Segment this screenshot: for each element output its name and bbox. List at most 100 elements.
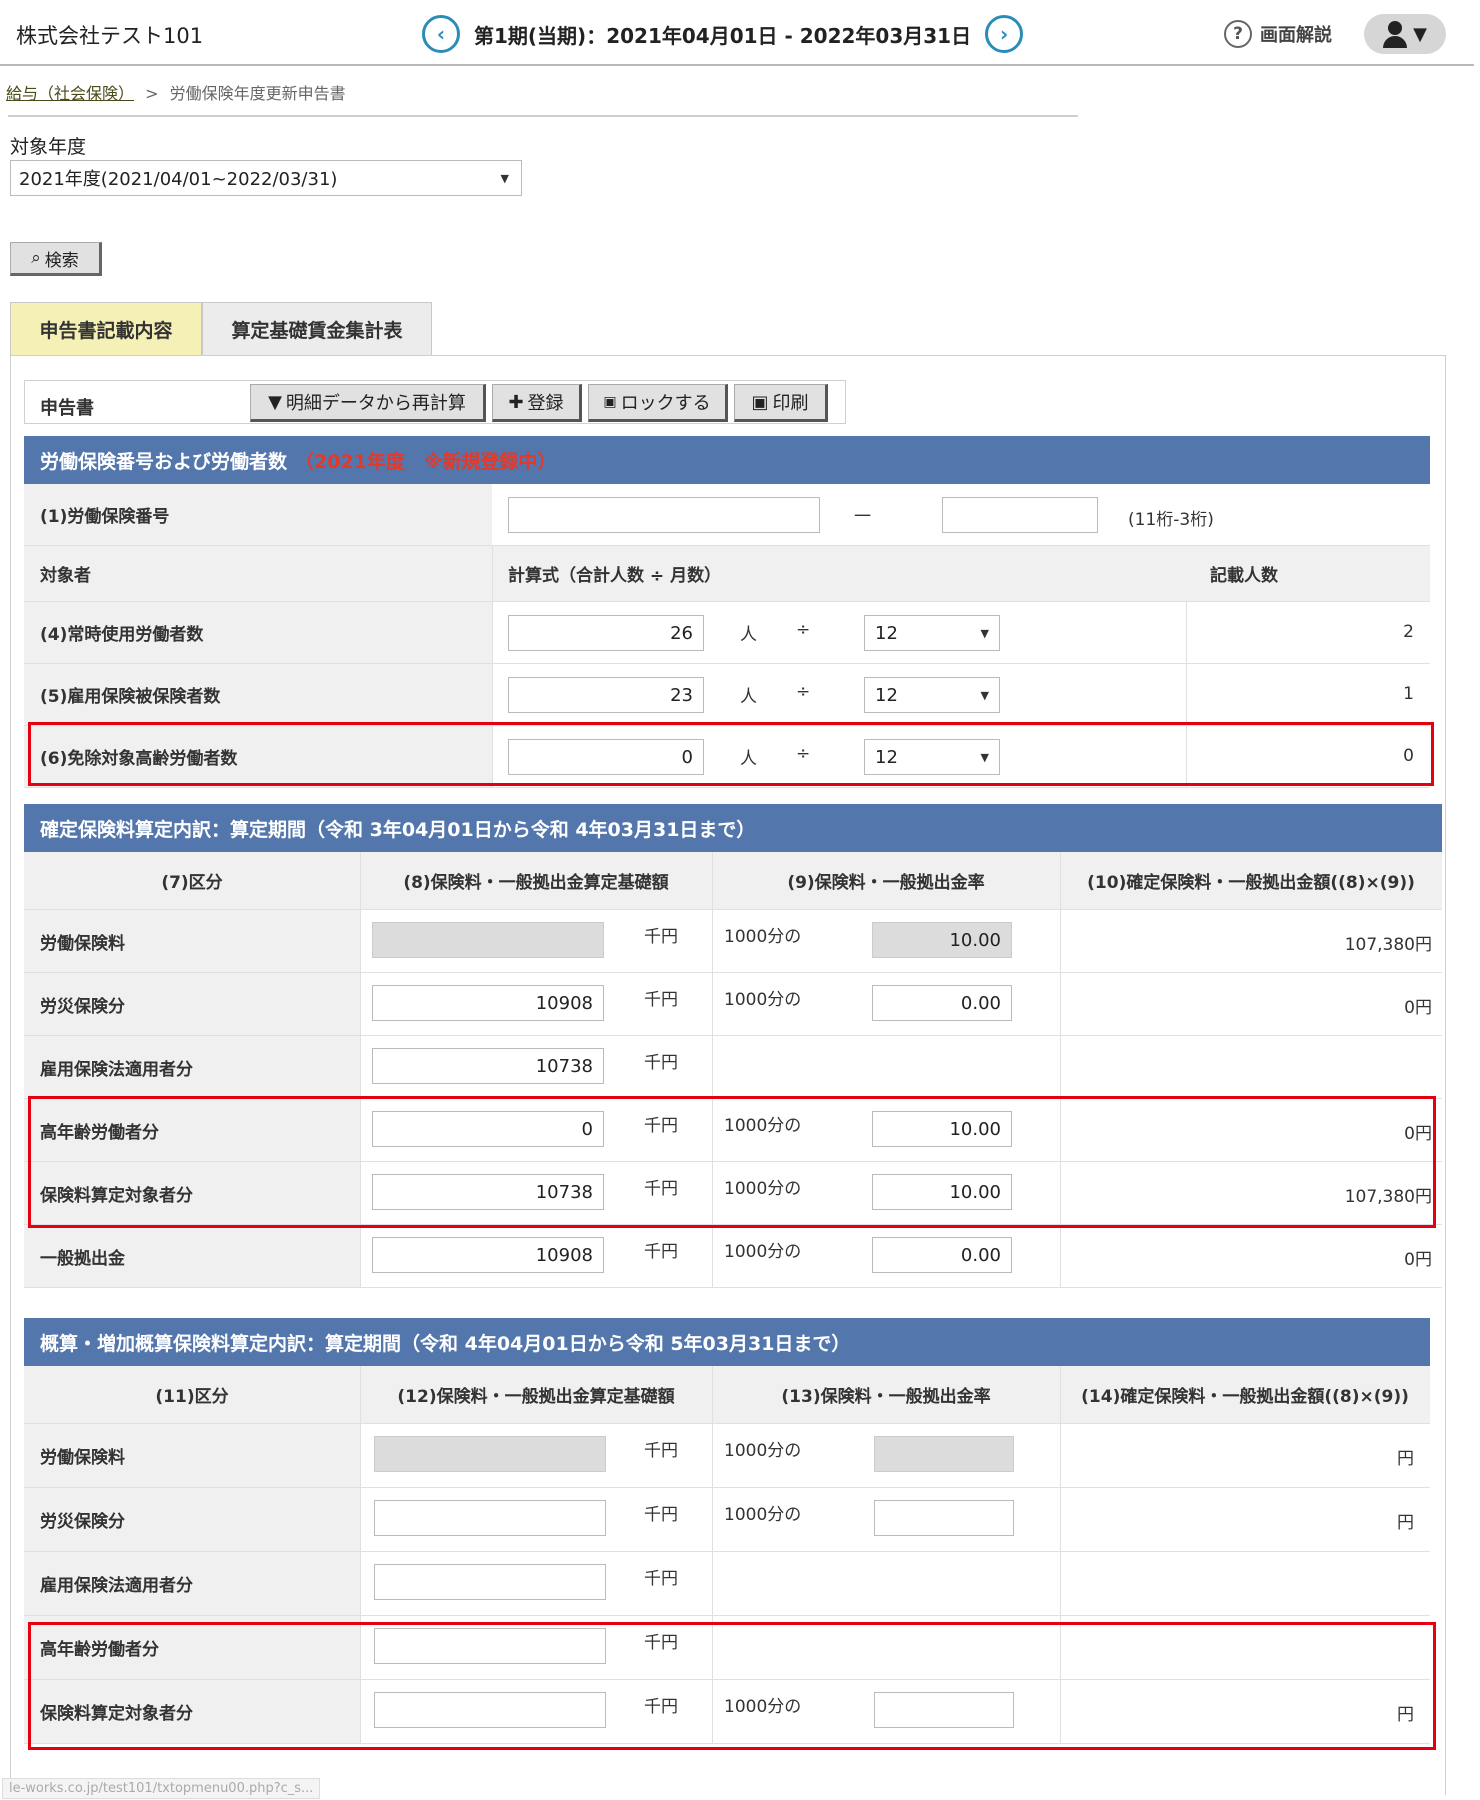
breadcrumb-current: 労働保険年度更新申告書: [169, 84, 346, 103]
row-label: 雇用保険法適用者分: [24, 1036, 360, 1098]
amount-value: 0円: [1404, 1250, 1432, 1270]
col-count: 記載人数: [1210, 566, 1278, 586]
status-bar-url: le-works.co.jp/test101/txtopmenu00.php?c…: [2, 1778, 321, 1799]
table-row: 雇用保険法適用者分 10738 千円: [24, 1036, 1442, 1099]
col-target: 対象者: [40, 566, 91, 586]
base-field[interactable]: 10908: [372, 985, 604, 1021]
unit-thousand: 千円: [644, 1053, 678, 1073]
rate-field[interactable]: 0.00: [872, 1237, 1012, 1273]
insurance-number-field-branch[interactable]: [942, 497, 1098, 533]
digits-hint: (11桁-3桁): [1128, 510, 1214, 530]
rate-prefix: 1000分の: [724, 1242, 802, 1262]
count-value: 2: [1403, 622, 1414, 642]
search-button[interactable]: ⌕ 検索: [10, 242, 102, 276]
chevron-down-icon: ▼: [980, 626, 989, 640]
total-persons-field[interactable]: 23: [508, 677, 704, 713]
base-field[interactable]: 10908: [372, 1237, 604, 1273]
breadcrumb-parent-link[interactable]: 給与（社会保険）: [6, 84, 134, 103]
print-button[interactable]: ▣ 印刷: [734, 384, 828, 422]
total-persons-field[interactable]: 26: [508, 615, 704, 651]
col-base: (8)保険料・一般拠出金算定基礎額: [403, 873, 669, 893]
rate-prefix: 1000分の: [724, 927, 802, 947]
prev-period-icon[interactable]: ‹: [422, 15, 460, 53]
months-select[interactable]: 12 ▼: [864, 615, 1000, 651]
company-name: 株式会社テスト101: [16, 24, 204, 48]
lock-button[interactable]: ▣ ロックする: [588, 384, 728, 422]
table-row: 雇用保険法適用者分 千円: [24, 1552, 1430, 1616]
user-menu-button[interactable]: ▼: [1364, 14, 1446, 54]
year-label: 対象年度: [10, 136, 87, 158]
section1-header: 労働保険番号および労働者数 （2021年度 ※新規登録中）: [24, 436, 1430, 484]
register-button[interactable]: ✚ 登録: [492, 384, 582, 422]
user-icon: [1383, 20, 1408, 48]
section2-title: 確定保険料算定内訳：算定期間（令和 3年04月01日から令和 4年03月31日ま…: [40, 818, 756, 841]
base-field[interactable]: [374, 1500, 606, 1536]
amount-value: 107,380円: [1344, 935, 1432, 955]
tab-declaration[interactable]: 申告書記載内容: [10, 302, 202, 356]
divide-sign: ÷: [796, 682, 811, 702]
count-value: 1: [1403, 684, 1414, 704]
months-value: 12: [875, 622, 898, 644]
rate-prefix: 1000分の: [724, 1505, 802, 1525]
table-row: 一般拠出金 10908 千円 1000分の 0.00 0円: [24, 1225, 1442, 1288]
amount-value: 0円: [1404, 998, 1432, 1018]
toolbar-label: 申告書: [40, 398, 94, 419]
base-field[interactable]: 10738: [372, 1048, 604, 1084]
help-label: 画面解説: [1260, 25, 1332, 46]
rate-field[interactable]: [874, 1500, 1014, 1536]
rate-field: 10.00: [872, 922, 1012, 958]
yen-unit: 円: [1397, 1513, 1414, 1533]
col-rate: (13)保険料・一般拠出金率: [781, 1387, 991, 1407]
breadcrumb-separator: >: [145, 84, 159, 103]
yen-unit: 円: [1397, 1449, 1414, 1469]
help-icon: ?: [1224, 20, 1252, 48]
insurance-number-row: (1)労働保険番号 一 (11桁-3桁): [24, 484, 1430, 546]
rate-prefix: 1000分の: [724, 1441, 802, 1461]
unit-thousand: 千円: [644, 990, 678, 1010]
recalc-button[interactable]: ▼ 明細データから再計算: [250, 384, 486, 422]
table-row: (5)雇用保険被保険者数 23 人 ÷ 12 ▼ 1: [24, 664, 1430, 726]
months-select[interactable]: 12 ▼: [864, 677, 1000, 713]
base-field: [372, 922, 604, 958]
breadcrumb-divider: [8, 115, 1078, 117]
col-rate: (9)保険料・一般拠出金率: [787, 873, 985, 893]
search-button-label: 検索: [44, 250, 79, 271]
divide-sign: ÷: [796, 620, 811, 640]
year-select-value: 2021年度(2021/04/01~2022/03/31): [19, 169, 338, 190]
unit-person: 人: [740, 625, 757, 645]
row-label: 雇用保険法適用者分: [24, 1552, 360, 1615]
col-base: (12)保険料・一般拠出金算定基礎額: [397, 1387, 675, 1407]
unit-person: 人: [740, 687, 757, 707]
period-label: 第1期(当期)：2021年04月01日 - 2022年03月31日: [474, 23, 972, 48]
next-period-icon[interactable]: ›: [985, 15, 1024, 53]
months-value: 12: [875, 684, 898, 706]
highlight-box: [28, 1622, 1436, 1750]
chevron-down-icon: ▼: [500, 171, 509, 185]
col-category: (7)区分: [161, 873, 223, 893]
table-row: 労働保険料 千円 1000分の 円: [24, 1424, 1430, 1488]
recalc-label: 明細データから再計算: [285, 393, 466, 414]
insurance-number-label: (1)労働保険番号: [24, 484, 492, 545]
base-field[interactable]: [374, 1564, 606, 1600]
breadcrumb: 給与（社会保険） > 労働保険年度更新申告書: [6, 80, 346, 104]
insurance-number-dash: 一: [854, 507, 871, 527]
unit-thousand: 千円: [644, 927, 678, 947]
unit-thousand: 千円: [644, 1441, 678, 1461]
highlight-box: [28, 1096, 1436, 1228]
row-label: 一般拠出金: [24, 1225, 360, 1287]
col-amount: (14)確定保険料・一般拠出金額((8)×(9)): [1081, 1387, 1409, 1407]
row-label: 労働保険料: [24, 1424, 360, 1487]
print-label: 印刷: [772, 393, 809, 414]
year-select[interactable]: 2021年度(2021/04/01~2022/03/31) ▼: [10, 160, 522, 196]
chevron-down-icon: ▼: [1413, 23, 1427, 45]
section1-status: （2021年度 ※新規登録中）: [295, 450, 557, 473]
chevron-down-icon: ▼: [980, 688, 989, 702]
rate-prefix: 1000分の: [724, 990, 802, 1010]
section3-title: 概算・増加概算保険料算定内訳：算定期間（令和 4年04月01日から令和 5年03…: [40, 1332, 851, 1355]
insurance-number-field-main[interactable]: [508, 497, 820, 533]
highlight-box: [28, 722, 1434, 786]
base-field: [374, 1436, 606, 1472]
help-link[interactable]: ? 画面解説: [1224, 20, 1332, 48]
rate-field[interactable]: 0.00: [872, 985, 1012, 1021]
tab-wage-summary[interactable]: 算定基礎賃金集計表: [202, 302, 432, 356]
